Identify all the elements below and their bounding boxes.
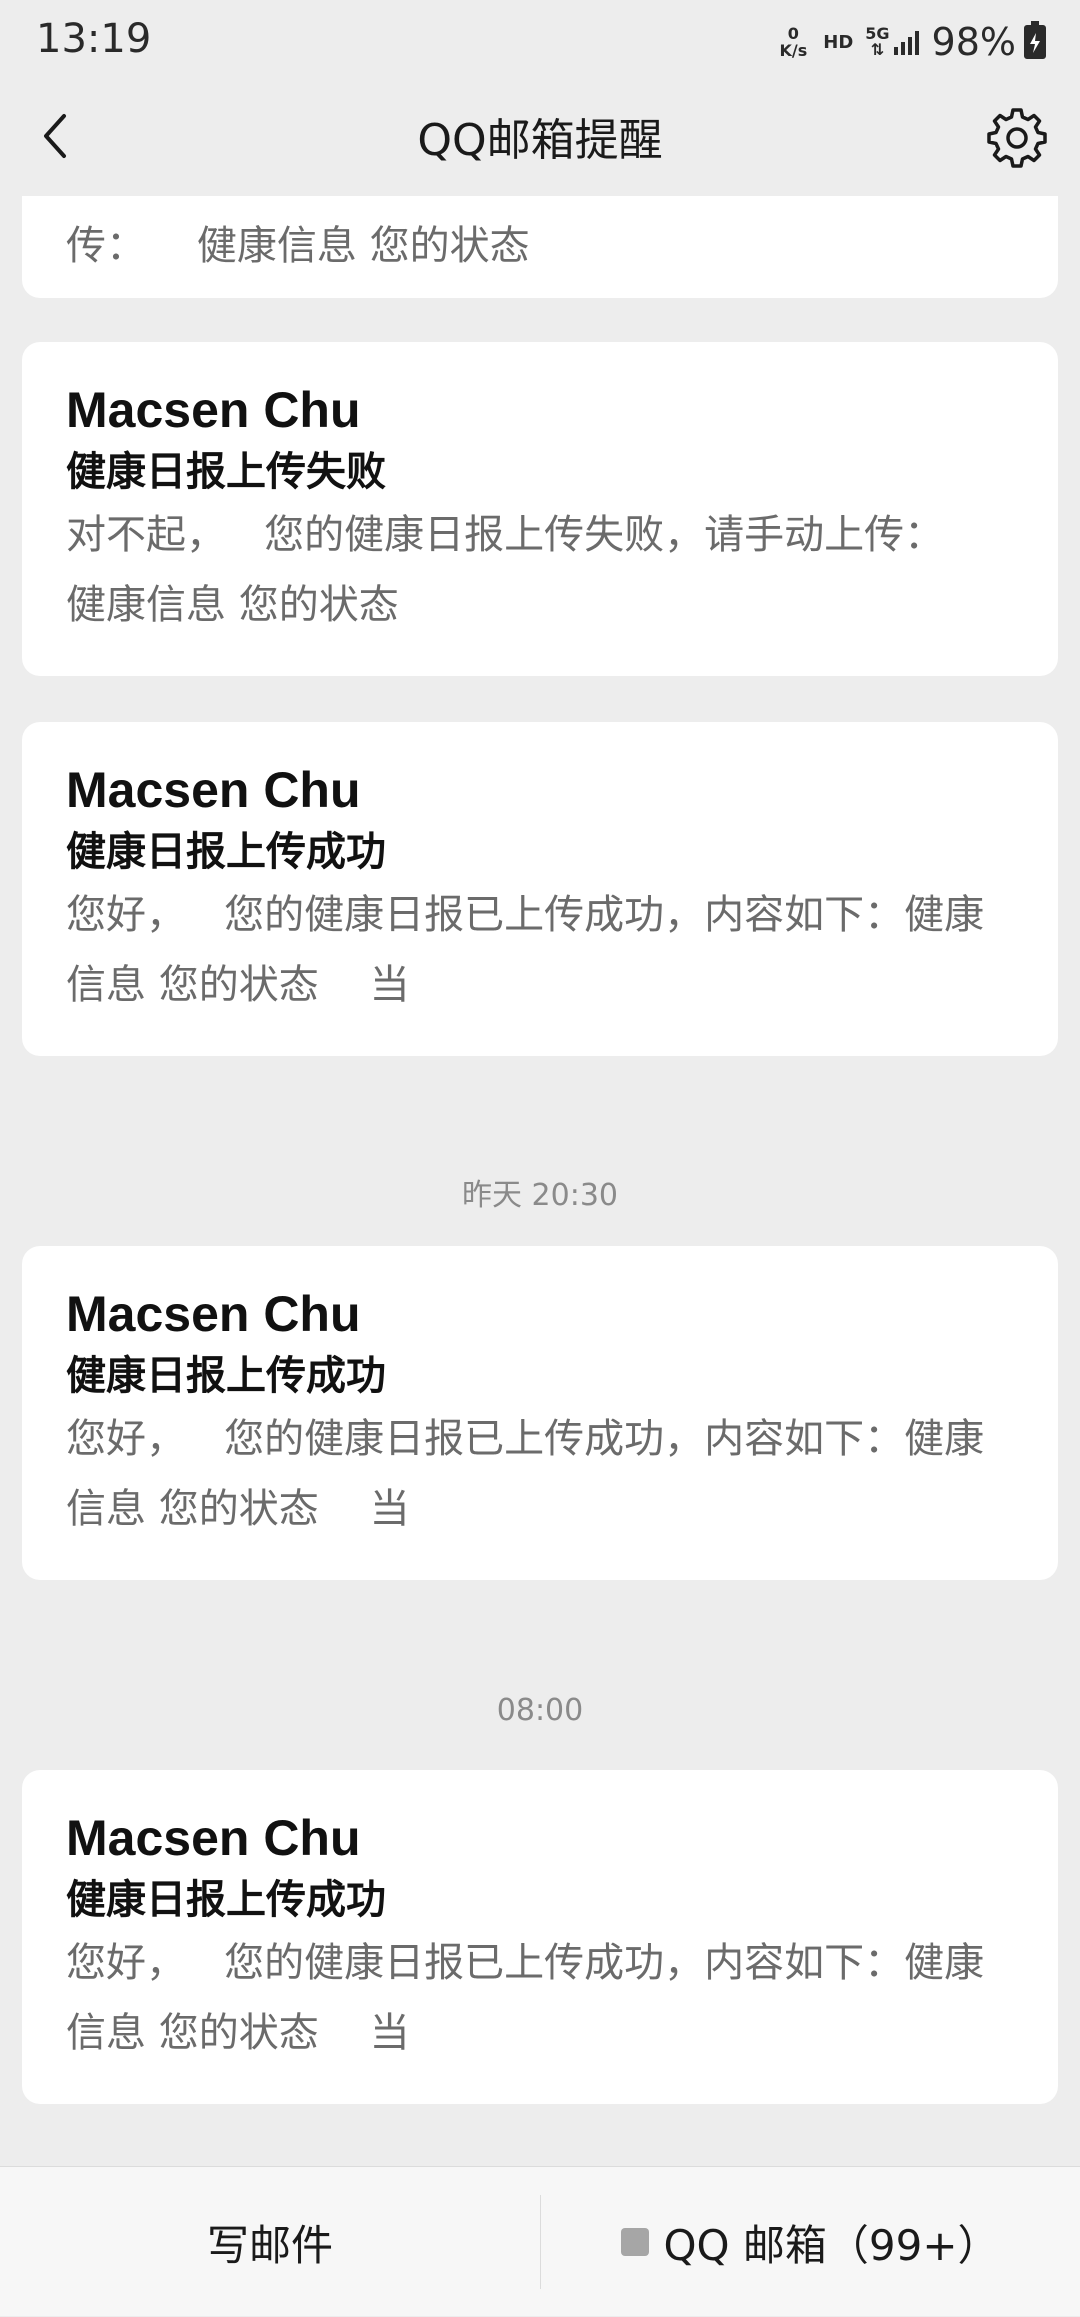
open-mailbox-button[interactable]: QQ 邮箱（99+） [541,2167,1080,2317]
settings-button[interactable] [984,104,1050,170]
message-sender: Macsen Chu [66,762,361,818]
battery-charging-icon [1024,21,1046,59]
timestamp-separator: 08:00 [496,1693,584,1728]
status-indicators: 0 K/s HD 5G ⇅ 98% [779,18,1046,66]
network-speed-unit: K/s [779,41,808,60]
timestamp-separator: 昨天 20:30 [462,1178,618,1213]
message-preview: 您好， 您的健康日报已上传成功，内容如下：健康信息 您的状态 当 [66,892,985,1008]
nav-bar: QQ邮箱提醒 [0,84,1080,196]
status-bar: 13:19 0 K/s HD 5G ⇅ 98% [0,0,1080,84]
hd-label: HD [823,31,854,53]
network-type: 5G ⇅ [865,26,889,58]
message-preview: 您好， 您的健康日报已上传成功，内容如下：健康信息 您的状态 当 [66,1416,985,1532]
battery-percent: 98% [931,20,1016,64]
compose-button[interactable]: 写邮件 [0,2167,540,2317]
bottom-action-bar: 写邮件 QQ 邮箱（99+） [0,2166,1080,2316]
message-card-partial[interactable]: 传： 健康信息 您的状态 [22,196,1058,298]
message-preview: 对不起， 您的健康日报上传失败，请手动上传： 健康信息 您的状态 [66,512,996,628]
network-speed: 0 K/s [779,25,807,59]
message-preview: 传： 健康信息 您的状态 [66,223,530,269]
compose-label: 写邮件 [206,2220,333,2270]
message-subject: 健康日报上传成功 [66,829,386,875]
message-subject: 健康日报上传失败 [66,449,386,495]
message-subject: 健康日报上传成功 [66,1877,386,1923]
message-feed[interactable]: 传： 健康信息 您的状态 Macsen Chu 健康日报上传失败 对不起， 您的… [0,196,1080,2166]
mailbox-label: QQ 邮箱（99+） [663,2220,1000,2270]
message-preview: 您好， 您的健康日报已上传成功，内容如下：健康信息 您的状态 当 [66,1940,985,2056]
status-time: 13:19 [36,16,152,62]
message-card[interactable]: Macsen Chu 健康日报上传成功 您好， 您的健康日报已上传成功，内容如下… [22,722,1058,1056]
message-card[interactable]: Macsen Chu 健康日报上传失败 对不起， 您的健康日报上传失败，请手动上… [22,342,1058,676]
page-title: QQ邮箱提醒 [417,115,663,166]
gear-icon [987,108,1047,168]
message-card[interactable]: Macsen Chu 健康日报上传成功 您好， 您的健康日报已上传成功，内容如下… [22,1246,1058,1580]
message-subject: 健康日报上传成功 [66,1353,386,1399]
menu-square-icon [621,2228,650,2256]
network-arrows-icon: ⇅ [870,40,885,59]
signal-icon [893,29,922,55]
network-speed-value: 0 [787,24,799,43]
message-sender: Macsen Chu [66,1286,361,1342]
message-sender: Macsen Chu [66,1810,361,1866]
message-sender: Macsen Chu [66,382,361,438]
message-card[interactable]: Macsen Chu 健康日报上传成功 您好， 您的健康日报已上传成功，内容如下… [22,1770,1058,2104]
